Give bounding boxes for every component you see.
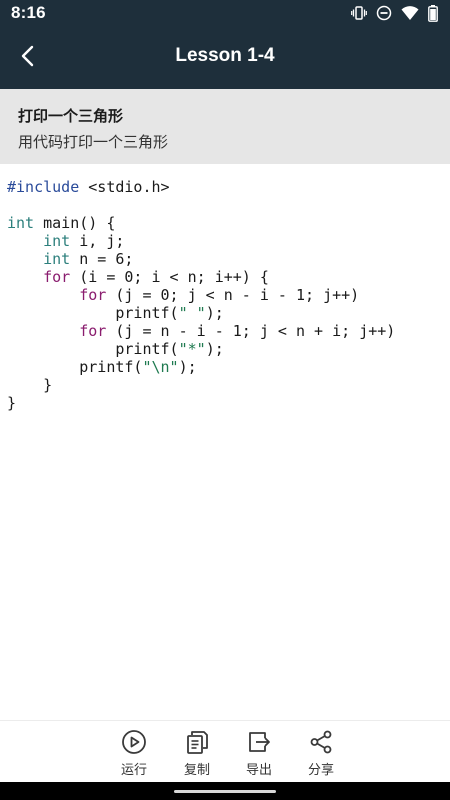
code-line: int n = 6; xyxy=(43,250,134,268)
app-bar: Lesson 1-4 xyxy=(0,27,450,89)
home-gesture-pill[interactable] xyxy=(174,790,276,793)
export-icon xyxy=(246,729,272,755)
export-label: 导出 xyxy=(245,763,272,778)
app-screen: 8:16 Lesson 1-4 打印一个三角形 用代码打印一个三角形 #incl… xyxy=(0,0,450,800)
lesson-subtitle: 用代码打印一个三角形 xyxy=(18,133,169,151)
code-line: int i, j; xyxy=(43,232,125,250)
code-line: for (j = n - i - 1; j < n + i; j++) xyxy=(79,322,396,340)
code-line: int main() { xyxy=(7,214,116,232)
status-icons xyxy=(351,4,438,22)
status-bar: 8:16 xyxy=(0,0,450,27)
run-button[interactable]: 运行 xyxy=(112,729,156,779)
share-label: 分享 xyxy=(307,763,334,778)
vibrate-icon xyxy=(351,5,367,21)
bottom-toolbar: 运行 复制 导出 分享 xyxy=(0,720,450,783)
lesson-title: 打印一个三角形 xyxy=(18,107,124,125)
code-line: } xyxy=(7,376,53,394)
code-line: printf("*"); xyxy=(7,340,224,358)
run-label: 运行 xyxy=(120,763,147,778)
copy-icon xyxy=(184,729,210,755)
status-time: 8:16 xyxy=(11,3,46,22)
code-line: #include <stdio.h> xyxy=(7,178,170,196)
dnd-icon xyxy=(376,5,392,21)
code-block: #include <stdio.h>​int main() { int i, j… xyxy=(7,178,395,412)
lesson-header: 打印一个三角形 用代码打印一个三角形 xyxy=(0,89,450,164)
battery-icon xyxy=(428,4,438,22)
copy-label: 复制 xyxy=(183,763,210,778)
wifi-icon xyxy=(401,5,419,21)
code-line: } xyxy=(7,394,17,412)
code-line: ​ xyxy=(7,196,395,214)
code-editor[interactable]: #include <stdio.h>​int main() { int i, j… xyxy=(0,164,450,720)
page-title: Lesson 1-4 xyxy=(175,45,275,66)
share-button[interactable]: 分享 xyxy=(299,729,343,779)
play-circle-icon xyxy=(121,729,147,755)
copy-button[interactable]: 复制 xyxy=(175,729,219,779)
code-line: printf(" "); xyxy=(7,304,224,322)
code-line: for (j = 0; j < n - i - 1; j++) xyxy=(79,286,360,304)
share-icon xyxy=(308,729,334,755)
code-line: printf("\n"); xyxy=(7,358,197,376)
system-nav-bar xyxy=(0,782,450,800)
code-line: for (i = 0; i < n; i++) { xyxy=(43,268,269,286)
export-button[interactable]: 导出 xyxy=(237,729,281,779)
